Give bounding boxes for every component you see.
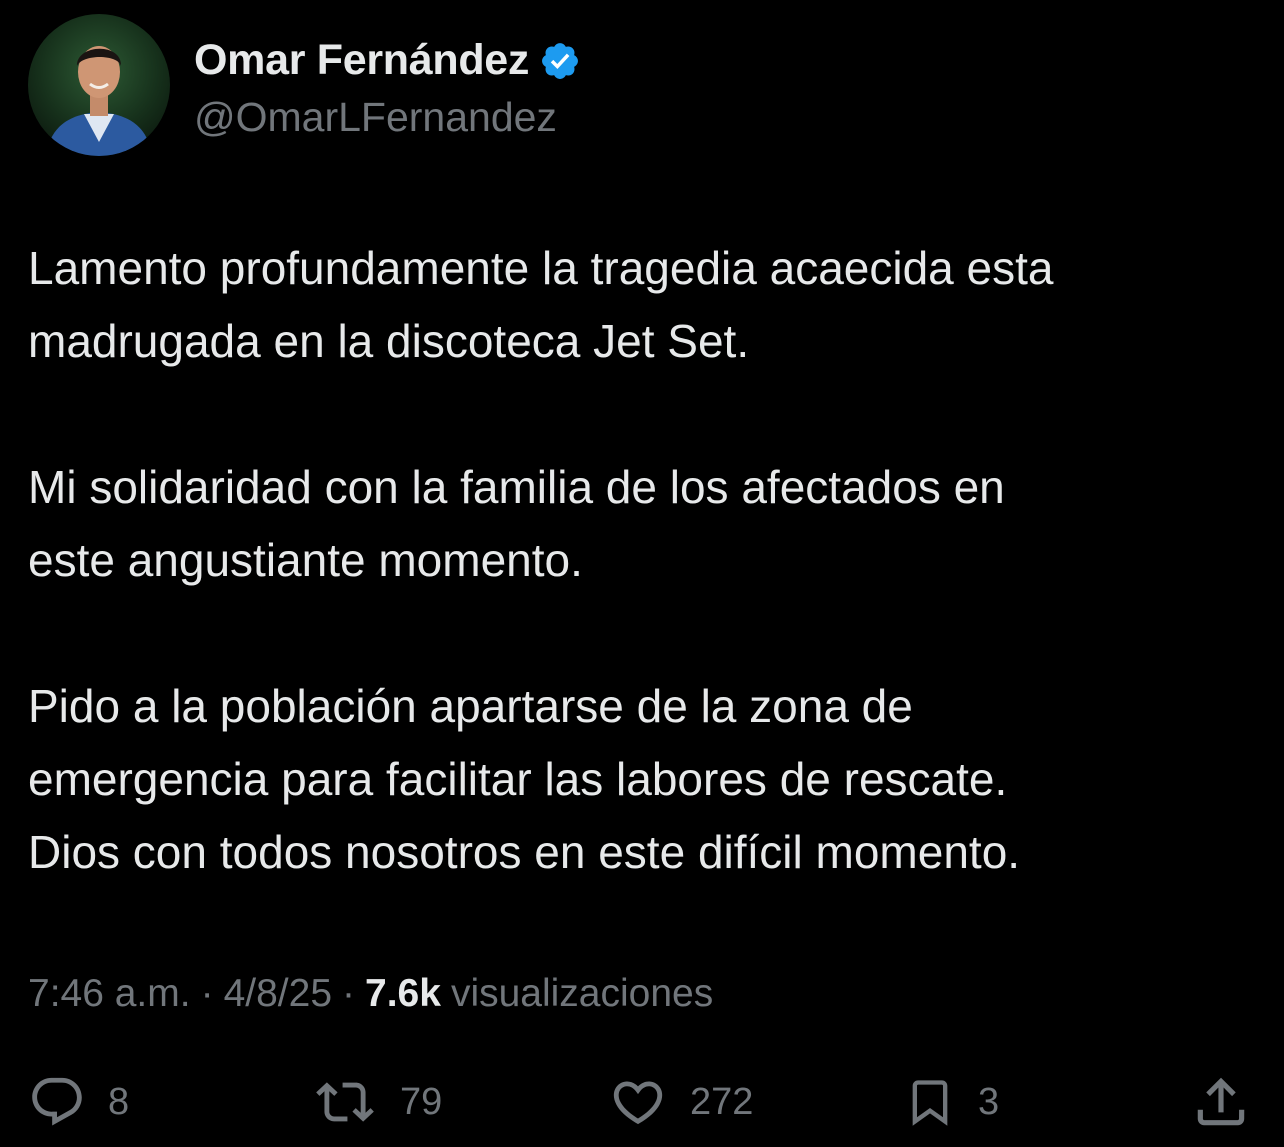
name-row: Omar Fernández: [194, 30, 581, 92]
tweet-paragraph: Lamento profundamente la tragedia acaeci…: [28, 242, 1054, 367]
display-name[interactable]: Omar Fernández: [194, 36, 529, 85]
repost-icon: [316, 1082, 374, 1122]
reply-button[interactable]: 8: [28, 1070, 129, 1134]
like-count: 272: [690, 1080, 754, 1123]
tweet-text: Lamento profundamente la tragedia acaeci…: [28, 232, 1258, 889]
share-icon: [1197, 1077, 1245, 1126]
reply-icon: [32, 1077, 82, 1126]
tweet-meta: 7:46 a.m. · 4/8/25 · 7.6k visualizacione…: [28, 972, 713, 1016]
tweet-time[interactable]: 7:46 a.m.: [28, 972, 191, 1016]
repost-count: 79: [400, 1080, 443, 1123]
reply-count: 8: [108, 1080, 130, 1123]
repost-button[interactable]: 79: [312, 1070, 442, 1134]
user-handle[interactable]: @OmarLFernandez: [194, 94, 581, 141]
avatar-image: [28, 14, 170, 156]
tweet: Omar Fernández @OmarLFernandez Lamento p…: [0, 0, 1284, 1147]
verified-badge-icon[interactable]: [539, 40, 581, 82]
bookmark-icon: [912, 1080, 948, 1126]
views-label: visualizaciones: [450, 972, 714, 1015]
like-button[interactable]: 272: [608, 1070, 753, 1134]
author-identity: Omar Fernández @OmarLFernandez: [194, 30, 581, 141]
bookmark-button[interactable]: 3: [904, 1070, 999, 1134]
share-button[interactable]: [1190, 1070, 1252, 1134]
tweet-date[interactable]: 4/8/25: [224, 972, 332, 1016]
tweet-header: Omar Fernández @OmarLFernandez: [28, 14, 581, 156]
avatar[interactable]: [28, 14, 170, 156]
tweet-paragraph: Pido a la población apartarse de la zona…: [28, 680, 1021, 878]
action-bar: 8 79 272 3: [0, 1070, 1284, 1134]
meta-separator: ·: [200, 972, 214, 1015]
bookmark-count: 3: [978, 1080, 1000, 1123]
meta-separator: ·: [342, 972, 356, 1015]
tweet-paragraph: Mi solidaridad con la familia de los afe…: [28, 461, 1005, 586]
views-count[interactable]: 7.6k: [365, 972, 441, 1016]
heart-icon: [613, 1081, 663, 1125]
